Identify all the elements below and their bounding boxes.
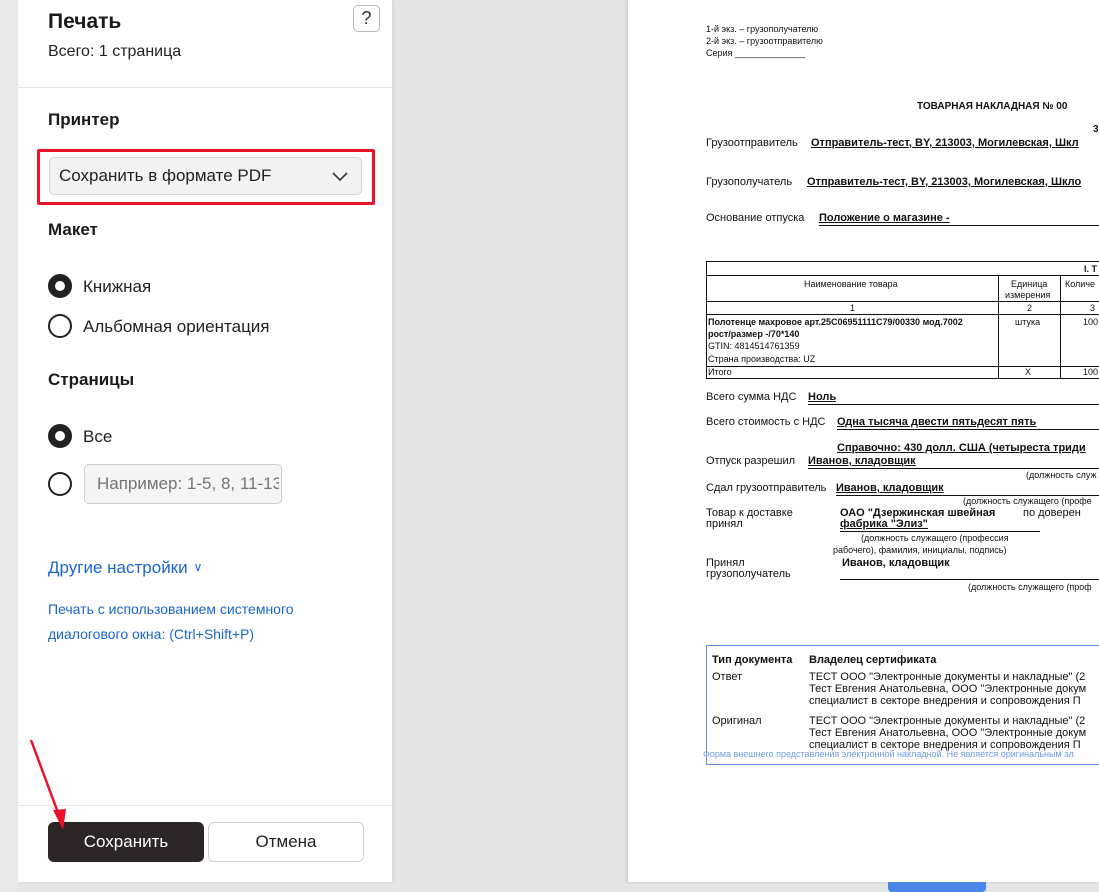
landscape-label[interactable]: Альбомная ориентация	[83, 317, 270, 337]
column-number-3: 3	[1090, 303, 1096, 313]
system-dialog-link-line2: диалогового окна: (Ctrl+Shift+P)	[48, 626, 255, 642]
sig-header-owner: Владелец сертификата	[809, 654, 937, 666]
shipper-label: Грузоотправитель	[706, 137, 798, 149]
vat-underline	[808, 404, 1099, 405]
sig-row1-line1: ТЕСТ ООО "Электронные документы и наклад…	[809, 671, 1086, 683]
shipper-value: Отправитель-тест, BY, 213003, Могилевска…	[811, 137, 1079, 149]
accepted-label-line2: принял	[706, 518, 743, 530]
column-number-2: 2	[1027, 303, 1033, 313]
pages-heading: Страницы	[48, 370, 135, 389]
item-unit: штука	[1015, 317, 1041, 327]
received-value: Иванов, кладовщик	[842, 557, 950, 569]
custom-pages-radio[interactable]	[48, 472, 72, 496]
left-edge-strip	[0, 0, 18, 892]
item-name-line2: рост/размер -/70*140	[708, 329, 800, 339]
section-title: I. Т	[1084, 264, 1097, 274]
total-qty: 100	[1083, 367, 1099, 377]
basis-underline	[819, 225, 1099, 226]
help-button[interactable]: ?	[353, 5, 380, 32]
footer-divider	[18, 805, 392, 806]
cost-label: Всего стоимость с НДС	[706, 416, 826, 428]
sig-row2-line1: ТЕСТ ООО "Электронные документы и наклад…	[809, 715, 1086, 727]
position-note-2: (должность служащего (профе	[963, 496, 1092, 506]
all-pages-radio[interactable]	[48, 424, 72, 448]
print-settings-panel: Печать Всего: 1 страница ? Принтер Сохра…	[18, 0, 392, 882]
cancel-button[interactable]: Отмена	[208, 822, 364, 862]
total-unit: X	[1025, 367, 1032, 377]
dialog-title: Печать	[48, 10, 122, 33]
preview-scroll-tab[interactable]	[888, 882, 986, 892]
item-country: Страна производства: UZ	[708, 354, 816, 364]
position-note-3b: рабочего), фамилия, инициалы, подпись)	[833, 545, 1007, 555]
release-label: Отпуск разрешил	[706, 455, 796, 467]
sig-row2-line2: Тест Евгения Анатольевна, ООО "Электронн…	[809, 727, 1087, 739]
item-name-line1: Полотенце махровое арт.25С06951111С79/00…	[708, 317, 963, 327]
sig-row1-line3: специалист в секторе внедрения и сопрово…	[809, 695, 1081, 707]
document-title: ТОВАРНАЯ НАКЛАДНАЯ № 00	[917, 101, 1068, 112]
cost-underline	[837, 429, 1099, 430]
column-number-1: 1	[850, 303, 856, 313]
portrait-label[interactable]: Книжная	[83, 277, 151, 297]
vat-label: Всего сумма НДС	[706, 391, 797, 403]
print-preview-page: 1-й экз. – грузополучателю 2-й экз. – гр…	[628, 0, 1099, 882]
copy-note-1: 1-й экз. – грузополучателю	[706, 24, 819, 34]
portrait-radio[interactable]	[48, 274, 72, 298]
layout-heading: Макет	[48, 220, 98, 239]
column-header-unit-1: Единица	[1011, 279, 1048, 289]
consignee-label: Грузополучатель	[706, 176, 793, 188]
basis-value: Положение о магазине -	[819, 212, 950, 224]
vat-value: Ноль	[808, 391, 837, 403]
reference-line: Справочно: 430 долл. США (четыреста трид…	[837, 442, 1086, 454]
sig-row1-line2: Тест Евгения Анатольевна, ООО "Электронн…	[809, 683, 1087, 695]
sig-row2-type: Оригинал	[712, 715, 762, 727]
total-label: Итого	[708, 367, 732, 377]
cost-value: Одна тысяча двести пятьдесят пять	[837, 416, 1037, 428]
landscape-radio[interactable]	[48, 314, 72, 338]
item-qty: 100	[1083, 317, 1099, 327]
more-settings-link[interactable]: Другие настройки ∨	[48, 558, 202, 578]
system-dialog-link[interactable]: Печать с использованием системного диалог…	[48, 597, 338, 647]
column-header-unit-2: измерения	[1005, 290, 1051, 300]
chevron-down-icon: ∨	[193, 560, 203, 574]
basis-label: Основание отпуска	[706, 212, 805, 224]
signature-info-box: Тип документа Владелец сертификата Ответ…	[706, 645, 1099, 765]
sig-row1-type: Ответ	[712, 671, 743, 683]
release-underline	[808, 468, 1099, 469]
position-note-1: (должность служ	[1026, 470, 1097, 480]
top-right-fragment: 3	[1093, 124, 1099, 135]
preview-footnote: Форма внешнего представления электронной…	[703, 749, 1074, 759]
all-pages-label[interactable]: Все	[83, 427, 112, 447]
series-line: Серия ______________	[706, 48, 805, 58]
position-note-3a: (должность служащего (профессия	[861, 533, 1009, 543]
handed-over-value: Иванов, кладовщик	[836, 482, 944, 494]
system-dialog-link-line1: Печать с использованием системного	[48, 601, 294, 617]
power-of-attorney-label: по доверен	[1023, 507, 1081, 519]
position-note-4: (должность служащего (проф	[968, 582, 1092, 592]
save-button[interactable]: Сохранить	[48, 822, 204, 862]
handed-over-label: Сдал грузоотправитель	[706, 482, 827, 494]
column-header-name: Наименование товара	[804, 279, 898, 289]
accepted-value-line2: фабрика "Элиз"	[840, 518, 928, 530]
sig-header-type: Тип документа	[712, 654, 793, 666]
header-divider	[18, 87, 392, 88]
received-underline	[840, 579, 1099, 580]
page-count-summary: Всего: 1 страница	[48, 43, 182, 60]
printer-heading: Принтер	[48, 110, 120, 129]
release-value: Иванов, кладовщик	[808, 455, 916, 467]
more-settings-label: Другие настройки	[48, 558, 188, 577]
received-label-line2: грузополучатель	[706, 568, 791, 580]
printer-highlight-box	[37, 149, 375, 205]
consignee-value: Отправитель-тест, BY, 213003, Могилевска…	[807, 176, 1082, 188]
column-header-qty: Количе	[1065, 279, 1096, 289]
accepted-underline	[840, 531, 1040, 532]
custom-pages-input[interactable]	[84, 464, 282, 504]
item-gtin: GTIN: 4814514761359	[708, 341, 800, 351]
copy-note-2: 2-й экз. – грузоотправителю	[706, 36, 823, 46]
